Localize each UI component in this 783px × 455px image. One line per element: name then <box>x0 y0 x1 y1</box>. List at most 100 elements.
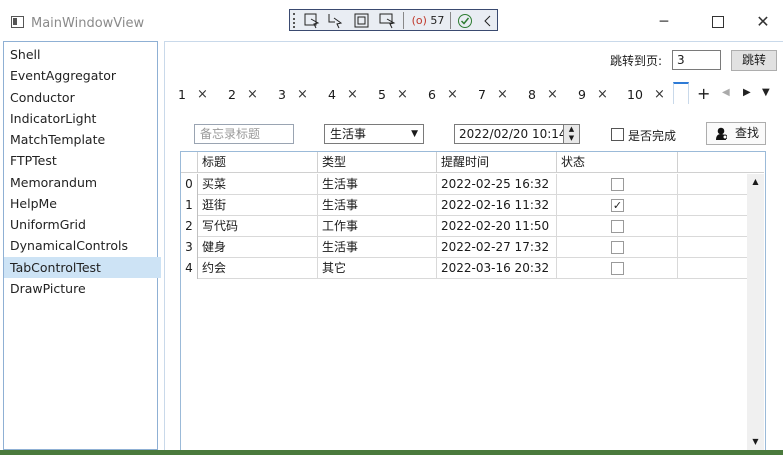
tab-close-icon[interactable]: × <box>447 87 458 103</box>
add-tab-button[interactable]: + <box>697 84 710 103</box>
spin-down-icon[interactable]: ▼ <box>564 134 579 143</box>
reminder-time-input[interactable]: 2022/02/20 10:14 <box>454 124 580 144</box>
cell-time[interactable]: 2022-03-16 20:32 <box>437 258 557 279</box>
nav-item-ftptest[interactable]: FTPTest <box>10 150 155 171</box>
scroll-down-icon[interactable]: ▼ <box>747 434 764 450</box>
cell-title[interactable]: 健身 <box>198 237 318 258</box>
tab-5[interactable]: 5 <box>378 87 386 103</box>
tab-4[interactable]: 4 <box>328 87 336 103</box>
tab-close-icon[interactable]: × <box>397 87 408 103</box>
tab-close-icon[interactable]: × <box>654 87 665 103</box>
tab-close-icon[interactable]: × <box>547 87 558 103</box>
tab-8[interactable]: 8 <box>528 87 536 103</box>
status-checkbox[interactable] <box>611 262 624 275</box>
nav-item-helpme[interactable]: HelpMe <box>10 193 155 214</box>
cell-time[interactable]: 2022-02-27 17:32 <box>437 237 557 258</box>
type-select[interactable]: 生活事 ▼ <box>324 124 424 144</box>
cell-time[interactable]: 2022-02-20 11:50 <box>437 216 557 237</box>
nav-item-uniformgrid[interactable]: UniformGrid <box>10 214 155 235</box>
row-index[interactable]: 2 <box>181 216 198 237</box>
nav-item-drawpicture[interactable]: DrawPicture <box>10 278 155 299</box>
cell-title[interactable]: 约会 <box>198 258 318 279</box>
tab-7[interactable]: 7 <box>478 87 486 103</box>
row-index[interactable]: 0 <box>181 174 198 195</box>
cell-type[interactable]: 其它 <box>318 258 437 279</box>
nav-list[interactable]: Shell EventAggregator Conductor Indicato… <box>3 41 161 450</box>
tab-9[interactable]: 9 <box>578 87 586 103</box>
tab-close-icon[interactable]: × <box>347 87 358 103</box>
nav-item-memorandum[interactable]: Memorandum <box>10 172 155 193</box>
jump-page-input[interactable]: 3 <box>672 50 721 70</box>
cell-title[interactable]: 买菜 <box>198 174 318 195</box>
jump-button[interactable]: 跳转 <box>731 50 777 71</box>
row-index[interactable]: 1 <box>181 195 198 216</box>
cell-type[interactable]: 工作事 <box>318 216 437 237</box>
cell-type[interactable]: 生活事 <box>318 174 437 195</box>
drag-handle-icon[interactable] <box>293 13 299 28</box>
tab-close-icon[interactable]: × <box>497 87 508 103</box>
live-counter[interactable]: (o) 57 <box>410 13 446 28</box>
cell-filler <box>678 195 747 216</box>
check-icon[interactable] <box>457 13 473 29</box>
column-header-type[interactable]: 类型 <box>318 152 437 173</box>
app-window-icon <box>11 16 24 28</box>
tab-close-icon[interactable]: × <box>197 87 208 103</box>
select-element-icon[interactable] <box>304 13 320 29</box>
nav-item-matchtemplate[interactable]: MatchTemplate <box>10 129 155 150</box>
tab-1[interactable]: 1 <box>178 87 186 103</box>
tab-close-icon[interactable]: × <box>597 87 608 103</box>
close-button[interactable]: ✕ <box>755 14 771 30</box>
cell-filler <box>678 216 747 237</box>
vertical-scrollbar[interactable] <box>747 174 764 450</box>
tab-close-icon[interactable]: × <box>297 87 308 103</box>
cell-title[interactable]: 逛街 <box>198 195 318 216</box>
pointer-icon[interactable] <box>328 13 344 29</box>
tab-10[interactable]: 10 <box>627 87 643 103</box>
tab-scroll-left-icon[interactable]: ◀ <box>722 87 730 98</box>
debug-toolbar: (o) 57 <box>289 9 498 31</box>
column-header-title[interactable]: 标题 <box>198 152 318 173</box>
tab-close-icon[interactable]: × <box>247 87 258 103</box>
tab-2[interactable]: 2 <box>228 87 236 103</box>
is-done-label: 是否完成 <box>628 129 677 143</box>
row-index[interactable]: 3 <box>181 237 198 258</box>
scroll-up-icon[interactable]: ▲ <box>747 174 764 190</box>
jump-label: 跳转到页: <box>610 54 663 68</box>
memo-title-input[interactable]: 备忘录标题 <box>194 124 294 144</box>
cell-time[interactable]: 2022-02-16 11:32 <box>437 195 557 216</box>
cell-time[interactable]: 2022-02-25 16:32 <box>437 174 557 195</box>
nav-item-indicatorlight[interactable]: IndicatorLight <box>10 108 155 129</box>
status-checkbox[interactable]: ✓ <box>611 199 624 212</box>
tab-scroll-right-icon[interactable]: ▶ <box>743 87 751 98</box>
cursor-icon[interactable] <box>379 13 397 29</box>
collapse-icon[interactable] <box>483 14 493 28</box>
time-spinner[interactable]: ▲ ▼ <box>563 125 579 143</box>
nav-item-eventaggregator[interactable]: EventAggregator <box>10 65 155 86</box>
nav-item-tabcontroltest[interactable]: TabControlTest <box>4 257 161 278</box>
find-button[interactable]: 查找 <box>706 122 766 145</box>
tab-menu-icon[interactable]: ▼ <box>762 87 770 98</box>
minimize-button[interactable]: ─ <box>656 14 672 30</box>
nav-item-conductor[interactable]: Conductor <box>10 87 155 108</box>
tab-6[interactable]: 6 <box>428 87 436 103</box>
status-checkbox[interactable] <box>611 241 624 254</box>
spin-up-icon[interactable]: ▲ <box>564 125 579 134</box>
cell-type[interactable]: 生活事 <box>318 195 437 216</box>
frame-icon[interactable] <box>354 13 370 29</box>
row-index[interactable]: 4 <box>181 258 198 279</box>
cell-title[interactable]: 写代码 <box>198 216 318 237</box>
column-header-status[interactable]: 状态 <box>557 152 678 173</box>
nav-item-dynamicalcontrols[interactable]: DynamicalControls <box>10 235 155 256</box>
tab-3[interactable]: 3 <box>278 87 286 103</box>
cell-filler <box>678 237 747 258</box>
maximize-button[interactable] <box>710 14 726 30</box>
is-done-checkbox[interactable] <box>611 128 624 141</box>
cell-type[interactable]: 生活事 <box>318 237 437 258</box>
column-header-time[interactable]: 提醒时间 <box>437 152 557 173</box>
nav-item-shell[interactable]: Shell <box>10 44 155 65</box>
status-checkbox[interactable] <box>611 178 624 191</box>
column-header-filler <box>678 152 764 173</box>
tab-selected[interactable] <box>673 82 689 104</box>
status-checkbox[interactable] <box>611 220 624 233</box>
chevron-down-icon: ▼ <box>411 129 418 139</box>
